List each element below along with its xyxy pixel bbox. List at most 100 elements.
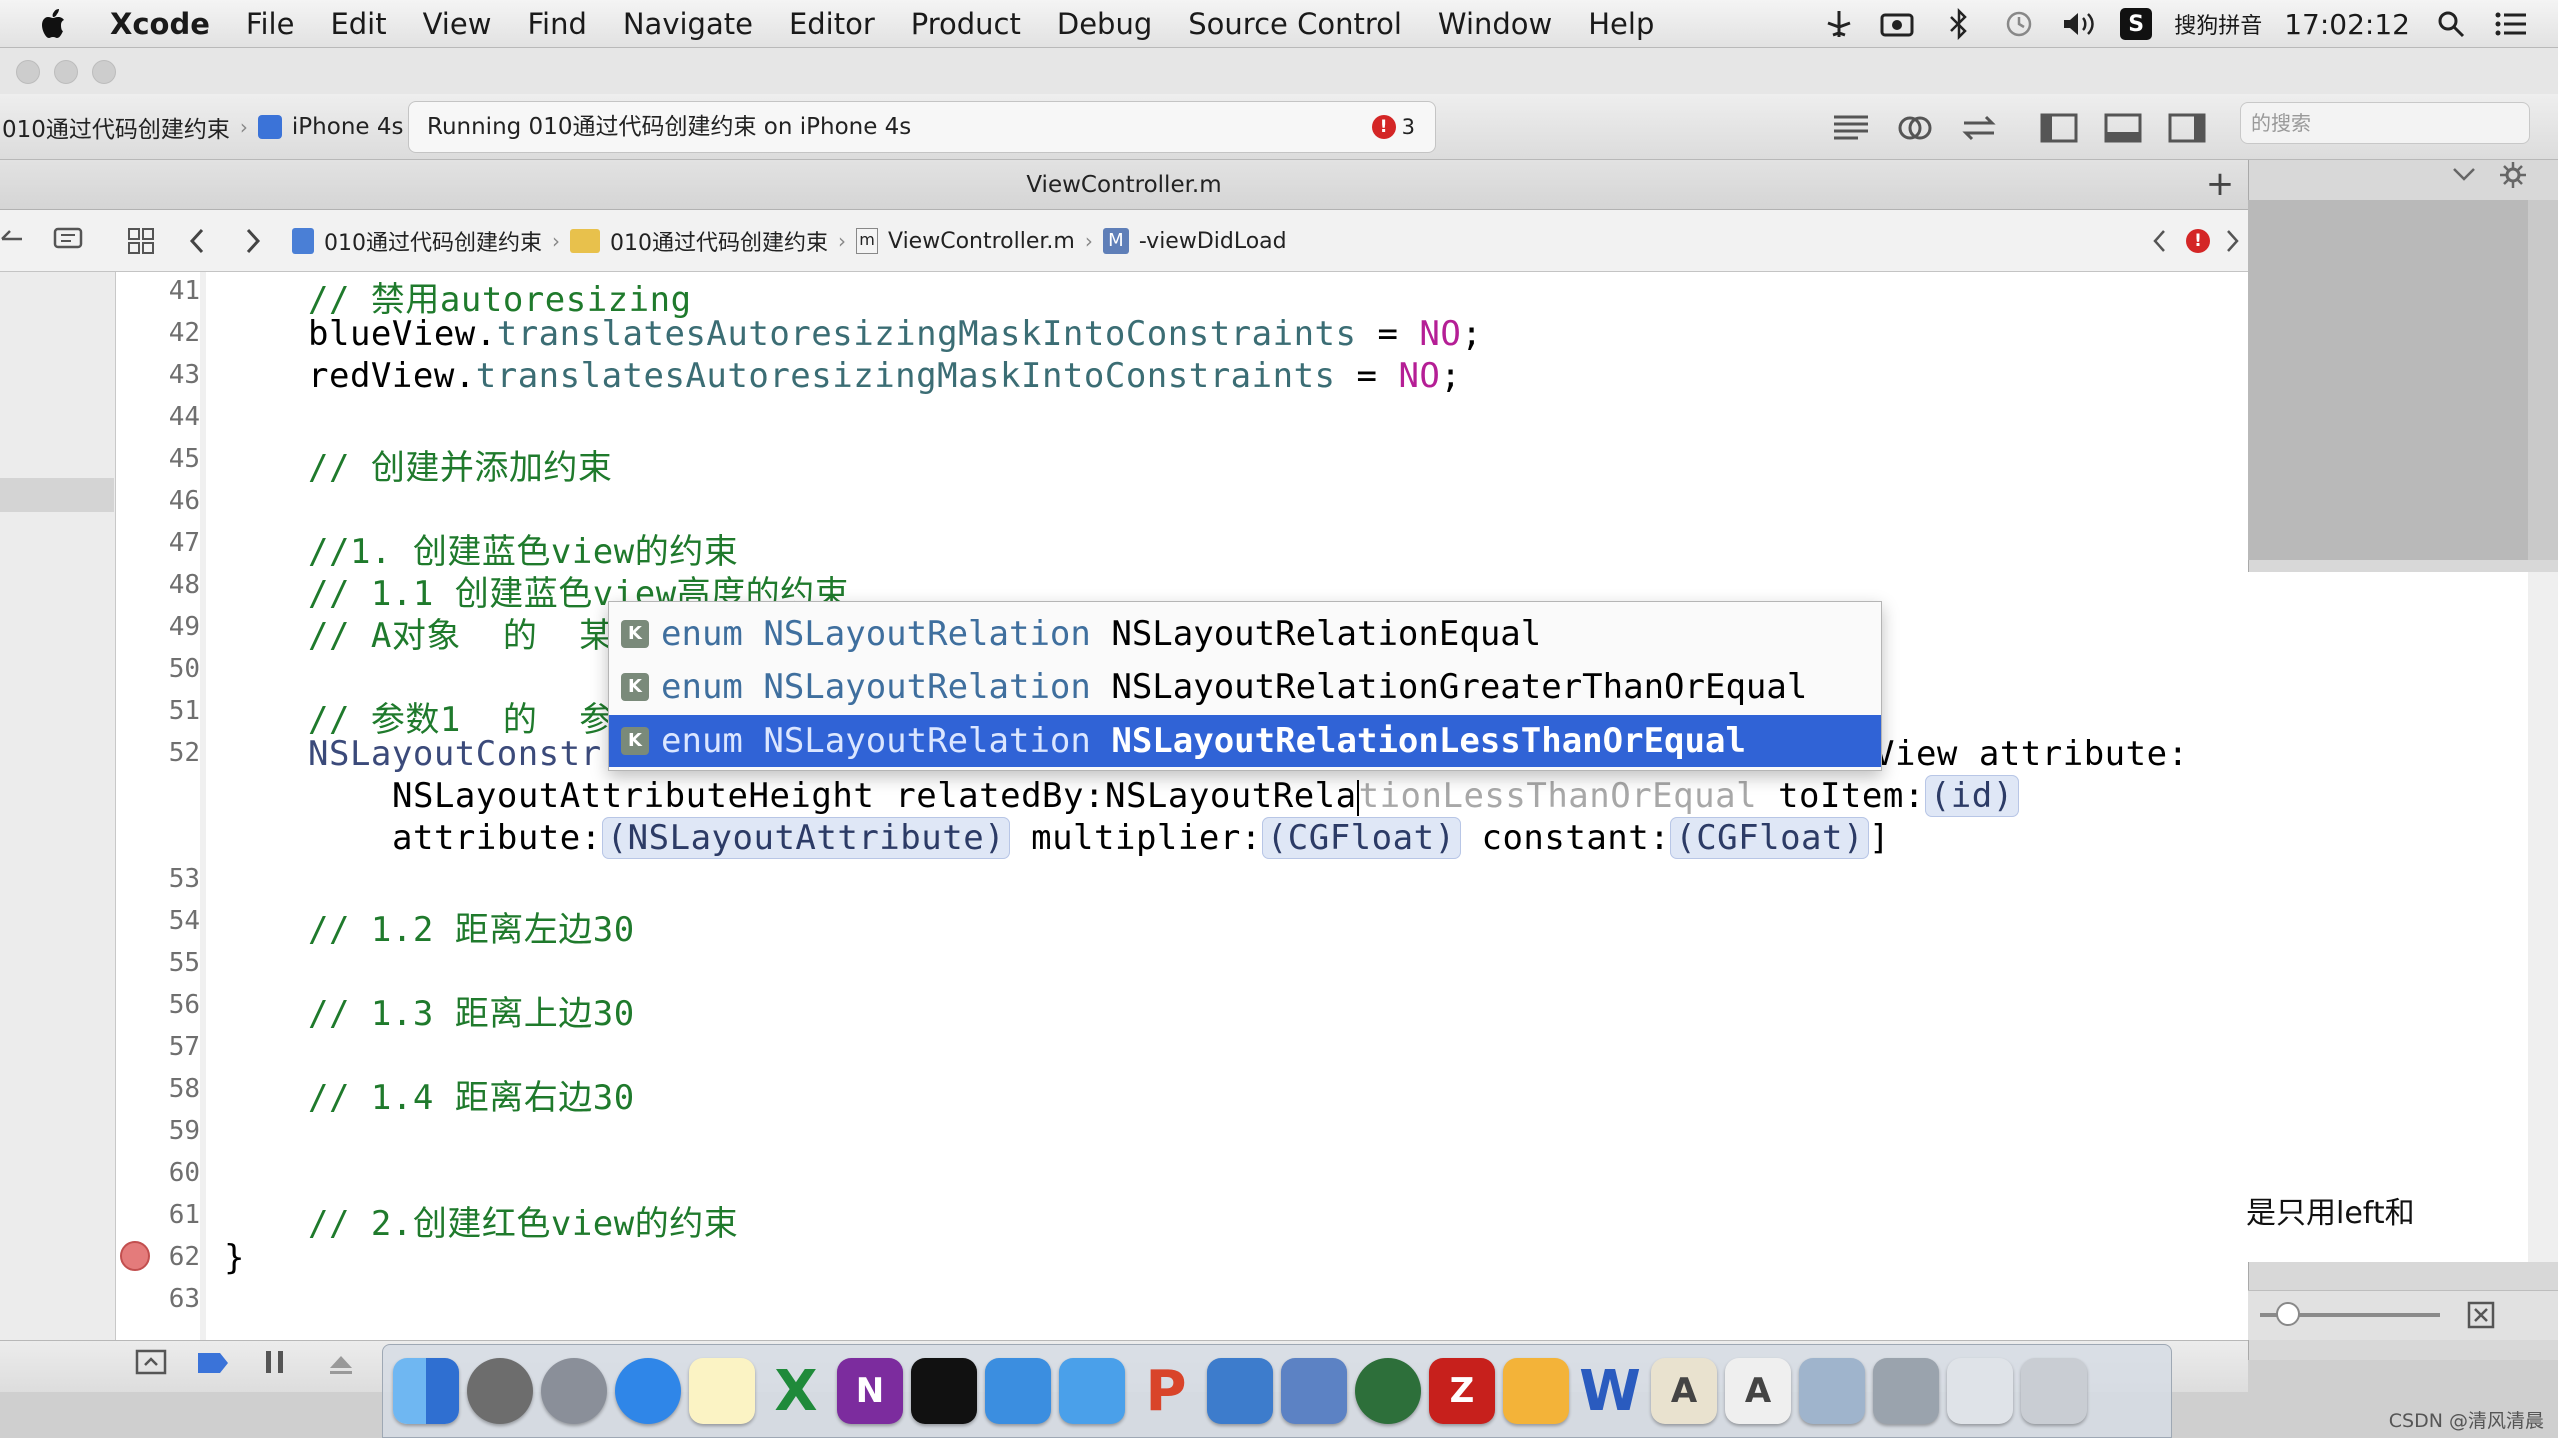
- screen-sharing-icon[interactable]: [1873, 1358, 1939, 1424]
- error-count-badge[interactable]: ! 3: [1371, 114, 1415, 140]
- previous-issue-icon[interactable]: [2150, 226, 2170, 260]
- code-line-62[interactable]: }: [224, 1238, 245, 1278]
- input-method-icon[interactable]: S: [2120, 8, 2153, 40]
- placeholder-token[interactable]: (id): [1924, 775, 2019, 817]
- completion-item[interactable]: K enum NSLayoutRelation NSLayoutRelation…: [609, 661, 1881, 713]
- airplane-icon[interactable]: [1820, 7, 1858, 41]
- folder-icon[interactable]: [1059, 1358, 1125, 1424]
- excel-icon[interactable]: X: [763, 1358, 829, 1424]
- downloads-stack-icon[interactable]: [1947, 1358, 2013, 1424]
- code-line-58[interactable]: // 1.4 距离右边30: [308, 1070, 635, 1119]
- source-editor[interactable]: // 禁用autoresizing blueView.translatesAut…: [206, 272, 2248, 1340]
- code-line-52-cont[interactable]: NSLayoutAttributeHeight relatedBy:NSLayo…: [392, 775, 2019, 817]
- toggle-debug-area-button[interactable]: [2098, 108, 2148, 148]
- terminal-icon[interactable]: [911, 1358, 977, 1424]
- menu-clock[interactable]: 17:02:12: [2284, 8, 2410, 41]
- code-line-52-start[interactable]: NSLayoutConstr: [308, 734, 602, 774]
- keynote-icon[interactable]: [1281, 1358, 1347, 1424]
- related-items-grid-icon[interactable]: [126, 226, 156, 260]
- breadcrumb-project[interactable]: 010通过代码创建约束: [324, 225, 542, 257]
- volume-icon[interactable]: [2060, 7, 2098, 41]
- menu-debug[interactable]: Debug: [1039, 7, 1170, 41]
- navigator-selection[interactable]: [0, 478, 114, 512]
- placeholder-token[interactable]: (NSLayoutAttribute): [601, 817, 1011, 859]
- back-arrow-icon[interactable]: [186, 226, 210, 260]
- font-book-icon[interactable]: A: [1651, 1358, 1717, 1424]
- code-line-45[interactable]: // 创建并添加约束: [308, 440, 612, 489]
- code-line-49[interactable]: // A对象 的 某: [308, 608, 614, 657]
- scheme-selector[interactable]: 010通过代码创建约束 › iPhone 4s: [0, 104, 403, 150]
- window-minimize-button[interactable]: [54, 60, 78, 84]
- version-editor-button[interactable]: [1954, 108, 2004, 148]
- code-line-56[interactable]: // 1.3 距离上边30: [308, 986, 635, 1035]
- fit-icon[interactable]: [2466, 1300, 2496, 1334]
- notes-icon[interactable]: [689, 1358, 755, 1424]
- scheme-name[interactable]: 010通过代码创建约束: [2, 110, 230, 144]
- standard-editor-button[interactable]: [1826, 108, 1876, 148]
- code-line-61[interactable]: // 2.创建红色view的约束: [308, 1196, 738, 1245]
- assistant-editor-button[interactable]: [1890, 108, 1940, 148]
- code-line-42[interactable]: blueView.translatesAutoresizingMaskIntoC…: [308, 314, 1482, 354]
- gear-icon[interactable]: [2498, 160, 2528, 194]
- placeholder-token[interactable]: (CGFloat): [1670, 817, 1869, 859]
- next-issue-icon[interactable]: [2222, 226, 2242, 260]
- library-search-field[interactable]: 的搜索: [2240, 102, 2530, 144]
- menu-source-control[interactable]: Source Control: [1170, 7, 1420, 41]
- menu-navigate[interactable]: Navigate: [605, 7, 771, 41]
- placeholder-token[interactable]: (CGFloat): [1261, 817, 1461, 859]
- code-line-54[interactable]: // 1.2 距离左边30: [308, 902, 635, 951]
- line-number-gutter[interactable]: 41 42 43 44 45 46 47 48 49 50 51 52 53 5…: [116, 272, 200, 1340]
- menu-view[interactable]: View: [405, 7, 510, 41]
- camera-icon[interactable]: [1880, 7, 1918, 41]
- breadcrumb-group[interactable]: 010通过代码创建约束: [610, 225, 828, 257]
- pause-icon[interactable]: [262, 1348, 288, 1380]
- menu-window[interactable]: Window: [1420, 7, 1570, 41]
- input-method-label[interactable]: 搜狗拼音: [2174, 8, 2262, 40]
- hide-debug-area-icon[interactable]: [134, 1348, 168, 1380]
- launchpad-icon[interactable]: [541, 1358, 607, 1424]
- add-tab-button[interactable]: +: [2195, 160, 2245, 210]
- spotlight-search-icon[interactable]: [2432, 7, 2470, 41]
- system-preferences-icon[interactable]: [467, 1358, 533, 1424]
- device-name[interactable]: iPhone 4s: [292, 114, 404, 140]
- powerpoint-icon[interactable]: P: [1133, 1358, 1199, 1424]
- comment-icon[interactable]: [52, 226, 84, 258]
- xcode-icon[interactable]: [985, 1358, 1051, 1424]
- time-machine-icon[interactable]: [2000, 7, 2038, 41]
- menu-editor[interactable]: Editor: [771, 7, 893, 41]
- menu-help[interactable]: Help: [1570, 7, 1672, 41]
- textedit-icon[interactable]: A: [1725, 1358, 1791, 1424]
- zoom-slider-knob[interactable]: [2276, 1302, 2300, 1326]
- completion-item-selected[interactable]: K enum NSLayoutRelation NSLayoutRelation…: [609, 715, 1881, 767]
- breadcrumb-file[interactable]: ViewController.m: [888, 229, 1075, 254]
- scrollbar[interactable]: [2528, 572, 2558, 1262]
- toggle-navigator-button[interactable]: [2034, 108, 2084, 148]
- scrollbar[interactable]: [2528, 200, 2558, 560]
- finder-icon[interactable]: [393, 1358, 459, 1424]
- code-line-43[interactable]: redView.translatesAutoresizingMaskIntoCo…: [308, 356, 1461, 396]
- safari-icon[interactable]: [615, 1358, 681, 1424]
- window-close-button[interactable]: [16, 60, 40, 84]
- code-line-52-cont2[interactable]: attribute: (NSLayoutAttribute) multiplier…: [392, 817, 1890, 859]
- breadcrumb-method[interactable]: -viewDidLoad: [1139, 229, 1287, 254]
- completion-item[interactable]: K enum NSLayoutRelation NSLayoutRelation…: [609, 608, 1881, 660]
- bluetooth-icon[interactable]: [1940, 7, 1978, 41]
- breakpoints-toggle-icon[interactable]: [196, 1350, 230, 1380]
- menu-product[interactable]: Product: [893, 7, 1039, 41]
- trash-icon[interactable]: [2021, 1358, 2087, 1424]
- tab-viewcontroller-m[interactable]: ViewController.m: [0, 160, 2248, 210]
- onenote-icon[interactable]: N: [837, 1358, 903, 1424]
- word-icon[interactable]: W: [1577, 1358, 1643, 1424]
- chevron-down-icon[interactable]: [2450, 162, 2478, 190]
- menu-file[interactable]: File: [228, 7, 313, 41]
- notification-center-icon[interactable]: [2492, 7, 2530, 41]
- window-zoom-button[interactable]: [92, 60, 116, 84]
- apple-menu-icon[interactable]: [34, 4, 74, 44]
- step-over-icon[interactable]: [326, 1350, 356, 1380]
- back-related-icon[interactable]: [0, 224, 26, 258]
- menu-edit[interactable]: Edit: [312, 7, 404, 41]
- network-icon[interactable]: [1355, 1358, 1421, 1424]
- issue-error-icon[interactable]: !: [2186, 229, 2210, 253]
- instruments-icon[interactable]: [1207, 1358, 1273, 1424]
- error-marker-icon[interactable]: [120, 1241, 150, 1271]
